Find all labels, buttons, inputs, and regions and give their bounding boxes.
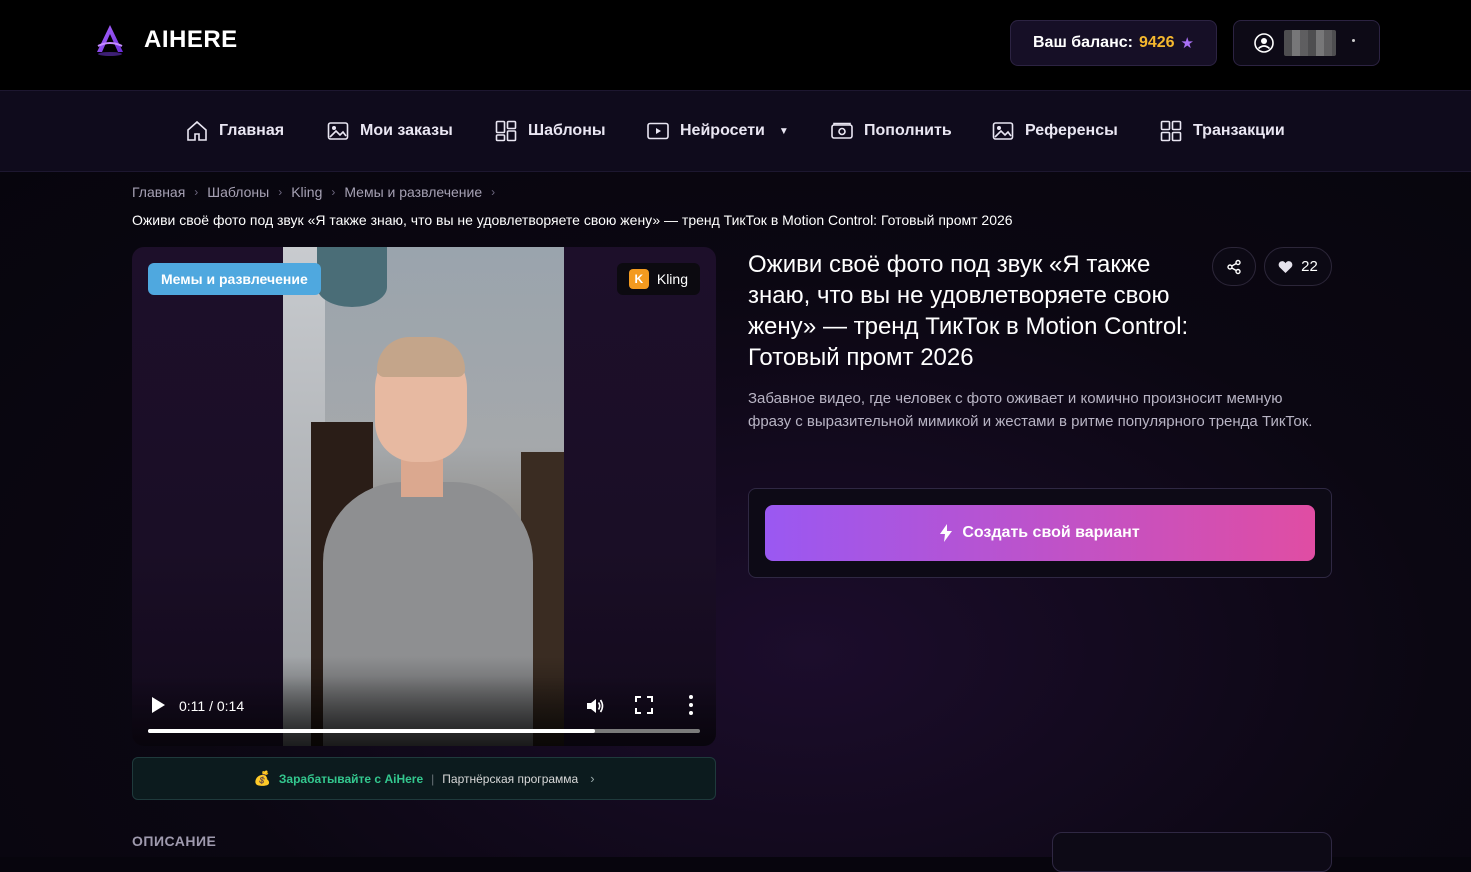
nav-label: Главная [219, 122, 285, 139]
image-icon [327, 122, 349, 140]
more-vertical-icon[interactable] [687, 694, 695, 716]
top-bar: AIHERE Ваш баланс: 9426 ★ [0, 0, 1471, 90]
play-icon[interactable] [150, 696, 166, 714]
breadcrumb-link-category[interactable]: Мемы и развлечение [344, 184, 482, 200]
main-nav: Главная Мои заказы Шаблоны Нейросети ▼ П… [0, 90, 1471, 172]
username-redacted [1284, 30, 1336, 56]
template-description: Забавное видео, где человек с фото ожива… [748, 390, 1313, 430]
money-bag-icon: 💰 [253, 770, 271, 786]
model-name: Kling [656, 271, 688, 287]
promo-main-text: Зарабатывайте с AiHere [278, 771, 424, 786]
model-tag: K Kling [616, 263, 700, 295]
nav-label: Мои заказы [360, 122, 453, 139]
chevron-right-icon: › [590, 771, 595, 786]
nav-item-orders[interactable]: Мои заказы [326, 119, 453, 143]
template-title: Оживи своё фото под звук «Я также знаю, … [748, 251, 1189, 371]
balance-label: Ваш баланс: [1032, 34, 1133, 51]
volume-icon[interactable] [585, 696, 605, 716]
nav-item-references[interactable]: Референсы [991, 119, 1118, 143]
heart-icon [1278, 260, 1293, 273]
breadcrumb-link-kling[interactable]: Kling [291, 184, 322, 200]
breadcrumb-separator: › [278, 185, 283, 199]
like-button[interactable]: 22 [1264, 247, 1332, 286]
nav-item-topup[interactable]: Пополнить [830, 119, 952, 143]
promo-separator: | [431, 771, 435, 786]
breadcrumb-separator: › [331, 185, 336, 199]
balance-display[interactable]: Ваш баланс: 9426 ★ [1010, 20, 1217, 66]
user-status-dot [1352, 38, 1355, 42]
nav-label: Референсы [1025, 122, 1118, 139]
breadcrumb-current: Оживи своё фото под звук «Я также знаю, … [132, 212, 1013, 228]
create-variant-button[interactable]: Создать свой вариант [765, 505, 1315, 561]
video-play-icon [647, 122, 669, 140]
video-progress-bar[interactable] [148, 729, 700, 733]
affiliate-promo-banner[interactable]: 💰 Зарабатывайте с AiHere | Партнёрская п… [132, 757, 716, 800]
nav-item-neural-networks[interactable]: Нейросети ▼ [646, 119, 789, 143]
video-progress-fill [148, 729, 596, 733]
user-icon [1254, 33, 1274, 53]
breadcrumb-link-templates[interactable]: Шаблоны [207, 184, 269, 200]
share-icon [1227, 259, 1241, 274]
lightning-icon [940, 524, 953, 542]
section-heading-description: ОПИСАНИЕ [132, 833, 217, 849]
breadcrumb-link-home[interactable]: Главная [132, 184, 185, 200]
user-menu-button[interactable] [1233, 20, 1380, 66]
video-controls: 0:11 / 0:14 [132, 676, 716, 746]
kling-icon: K [628, 269, 649, 289]
chevron-down-icon: ▼ [778, 125, 789, 137]
promo-sub-text: Партнёрская программа [442, 771, 579, 786]
star-icon: ★ [1180, 35, 1194, 52]
nav-label: Пополнить [864, 122, 952, 139]
category-tag[interactable]: Мемы и развлечение [148, 263, 321, 295]
nav-item-templates[interactable]: Шаблоны [494, 119, 606, 143]
video-player[interactable]: Мемы и развлечение K Kling 0:11 / 0:14 [132, 247, 716, 746]
cta-panel: Создать свой вариант [748, 488, 1332, 578]
home-icon [187, 120, 207, 141]
logo-text: AIHERE [144, 26, 238, 53]
like-count: 22 [1301, 258, 1318, 275]
video-time: 0:11 / 0:14 [179, 698, 245, 714]
side-card-partial [1052, 832, 1332, 872]
layout-grid-icon [495, 120, 517, 142]
balance-amount: 9426 [1138, 34, 1175, 51]
create-variant-label: Создать свой вариант [962, 524, 1140, 541]
breadcrumb-separator: › [194, 185, 199, 199]
logo[interactable]: AIHERE [92, 22, 238, 58]
breadcrumb: Главная › Шаблоны › Kling › Мемы и развл… [132, 184, 495, 200]
breadcrumb-separator: › [491, 185, 496, 199]
nav-label: Нейросети [680, 122, 765, 139]
grid-icon [1160, 120, 1182, 142]
nav-label: Транзакции [1193, 122, 1285, 139]
share-button[interactable] [1212, 247, 1256, 286]
nav-item-home[interactable]: Главная [185, 119, 284, 143]
nav-label: Шаблоны [528, 122, 606, 139]
fullscreen-icon[interactable] [635, 696, 653, 714]
aihere-logo-icon [97, 25, 123, 56]
video-frame [283, 247, 564, 746]
image-icon [992, 122, 1014, 140]
wallet-icon [831, 122, 853, 139]
nav-item-transactions[interactable]: Транзакции [1159, 119, 1285, 143]
